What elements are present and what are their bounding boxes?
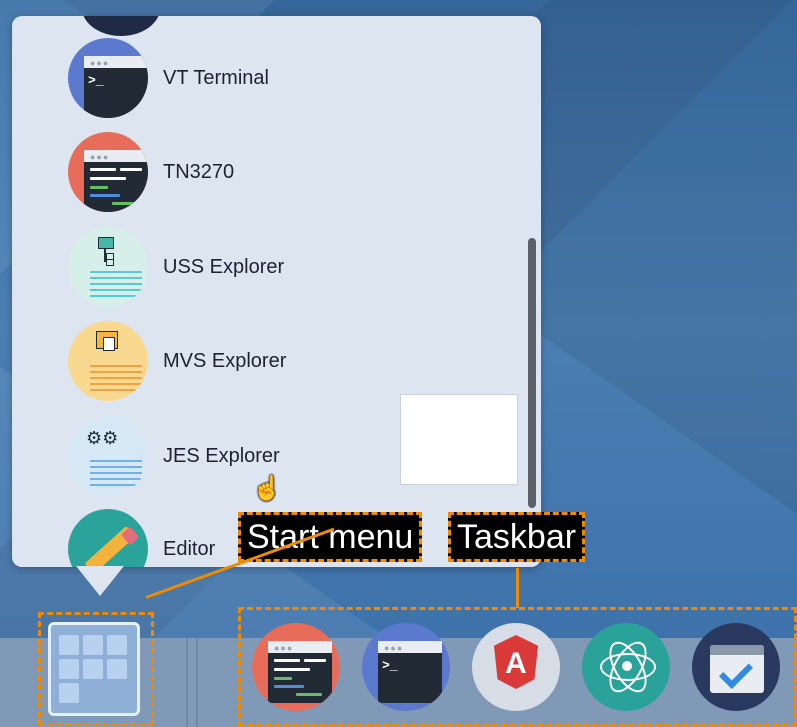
start-menu-highlight xyxy=(38,612,154,726)
mvs-explorer-icon xyxy=(68,321,148,401)
jes-explorer-icon: ⚙⚙ xyxy=(68,416,148,496)
menu-item-vt-terminal[interactable]: ●●● >_ VT Terminal xyxy=(68,38,488,118)
menu-scrollbar[interactable] xyxy=(528,238,536,508)
partial-app-icon[interactable] xyxy=(82,16,160,36)
taskbar-connector xyxy=(516,568,519,608)
editor-icon xyxy=(68,509,148,567)
menu-pointer xyxy=(76,566,124,596)
taskbar-highlight xyxy=(238,607,797,727)
taskbar-annotation: Taskbar xyxy=(448,512,586,562)
menu-item-mvs-explorer[interactable]: MVS Explorer xyxy=(68,321,488,401)
menu-item-tn3270[interactable]: ●●● TN3270 xyxy=(68,132,488,212)
menu-item-label: VT Terminal xyxy=(163,66,269,89)
uss-explorer-icon xyxy=(68,227,148,307)
taskbar-divider xyxy=(196,638,198,727)
hand-cursor-icon: ☝ xyxy=(252,475,282,502)
menu-item-label: MVS Explorer xyxy=(163,349,287,372)
taskbar-divider xyxy=(186,638,188,727)
menu-item-uss-explorer[interactable]: USS Explorer xyxy=(68,227,488,307)
menu-item-label: USS Explorer xyxy=(163,255,285,278)
menu-item-label: TN3270 xyxy=(163,160,235,183)
blank-panel xyxy=(400,394,518,485)
tn3270-icon: ●●● xyxy=(68,132,148,212)
vt-terminal-icon: ●●● >_ xyxy=(68,38,148,118)
menu-item-label: JES Explorer xyxy=(163,444,280,467)
menu-item-label: Editor xyxy=(163,537,216,560)
